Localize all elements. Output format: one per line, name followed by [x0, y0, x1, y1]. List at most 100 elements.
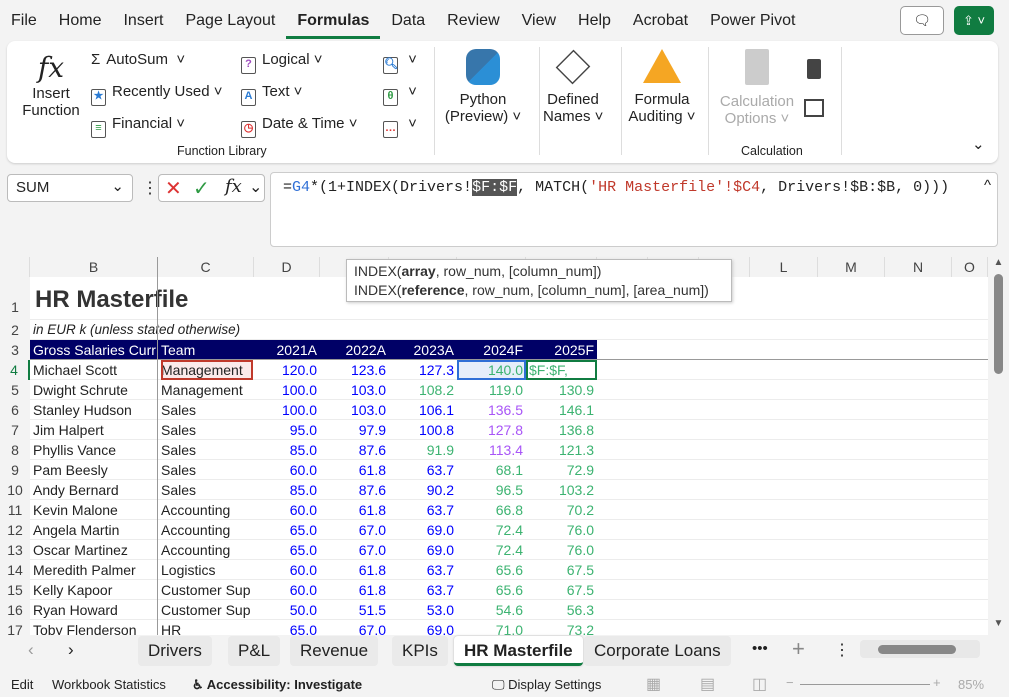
add-sheet-button[interactable]: + [792, 636, 805, 662]
employee-name[interactable]: Angela Martin [33, 520, 158, 540]
value-cell[interactable]: 67.5 [526, 580, 597, 600]
value-cell[interactable]: 72.9 [526, 460, 597, 480]
value-cell[interactable]: 53.0 [389, 600, 457, 620]
value-cell[interactable]: 100.0 [254, 400, 320, 420]
value-cell[interactable]: 70.2 [526, 500, 597, 520]
row-header-17[interactable]: 17 [0, 620, 30, 635]
value-cell[interactable]: 106.1 [389, 400, 457, 420]
value-cell[interactable]: 87.6 [320, 440, 389, 460]
value-cell[interactable]: 65.0 [254, 520, 320, 540]
zoom-level[interactable]: 85% [958, 677, 984, 692]
row-header-12[interactable]: 12 [0, 520, 30, 540]
employee-name[interactable]: Phyllis Vance [33, 440, 158, 460]
value-cell[interactable]: 65.0 [254, 540, 320, 560]
value-cell[interactable]: 100.0 [254, 380, 320, 400]
row-header-5[interactable]: 5 [0, 380, 30, 400]
tab-kpis[interactable]: KPIs [392, 636, 448, 666]
team-cell[interactable]: HR [161, 620, 253, 635]
column-header-N[interactable]: N [885, 257, 952, 277]
value-cell[interactable]: 72.4 [457, 540, 526, 560]
value-cell[interactable]: 127.3 [389, 360, 457, 380]
team-cell[interactable]: Sales [161, 420, 253, 440]
value-cell[interactable]: 65.6 [457, 560, 526, 580]
column-header-B[interactable]: B [30, 257, 158, 277]
value-cell[interactable]: 61.8 [320, 560, 389, 580]
value-cell[interactable]: 63.7 [389, 580, 457, 600]
value-cell[interactable]: 120.0 [254, 360, 320, 380]
tab-hr-masterfile[interactable]: HR Masterfile [454, 636, 583, 666]
value-cell[interactable]: 113.4 [457, 440, 526, 460]
scroll-thumb[interactable] [878, 645, 956, 654]
team-cell[interactable]: Sales [161, 400, 253, 420]
normal-view-icon[interactable]: ▦ [646, 674, 661, 694]
horizontal-scrollbar[interactable] [860, 640, 980, 658]
value-cell[interactable]: 96.5 [457, 480, 526, 500]
value-cell[interactable]: 91.9 [389, 440, 457, 460]
row-header-14[interactable]: 14 [0, 560, 30, 580]
value-cell[interactable]: 136.8 [526, 420, 597, 440]
value-cell[interactable]: 100.8 [389, 420, 457, 440]
value-cell[interactable]: 65.6 [457, 580, 526, 600]
collapse-formula-icon[interactable]: ^ [984, 177, 991, 194]
next-sheet-icon[interactable]: › [68, 640, 74, 660]
row-header-3[interactable]: 3 [0, 340, 30, 360]
employee-name[interactable]: Andy Bernard [33, 480, 158, 500]
value-cell[interactable]: 121.3 [526, 440, 597, 460]
employee-name[interactable]: Dwight Schrute [33, 380, 158, 400]
value-cell[interactable]: 87.6 [320, 480, 389, 500]
value-cell[interactable]: 71.0 [457, 620, 526, 635]
team-cell[interactable]: Customer Sup [161, 600, 253, 620]
scroll-down-icon[interactable]: ▼ [988, 618, 1009, 629]
value-cell[interactable]: 76.0 [526, 520, 597, 540]
menu-file[interactable]: File [0, 8, 48, 36]
value-cell[interactable]: 130.9 [526, 380, 597, 400]
more-functions-button[interactable]: … ˅ [383, 115, 417, 138]
tab-p-l[interactable]: P&L [228, 636, 281, 666]
column-header-O[interactable]: O [952, 257, 988, 277]
defined-names-button[interactable]: Defined Names ˅ [543, 49, 603, 125]
menu-acrobat[interactable]: Acrobat [622, 8, 699, 36]
share-button[interactable]: ⇪ ˅ [954, 6, 994, 35]
value-cell[interactable]: 90.2 [389, 480, 457, 500]
team-cell[interactable]: Accounting [161, 500, 253, 520]
value-cell[interactable]: 76.0 [526, 540, 597, 560]
page-break-icon[interactable]: ◫ [752, 674, 767, 694]
value-cell[interactable]: 119.0 [457, 380, 526, 400]
value-cell[interactable]: 85.0 [254, 480, 320, 500]
prev-sheet-icon[interactable]: ‹ [28, 640, 34, 660]
team-cell[interactable]: Accounting [161, 540, 253, 560]
value-cell[interactable]: 60.0 [254, 500, 320, 520]
insert-function-button[interactable]: fx Insert Function [21, 51, 81, 119]
value-cell[interactable]: 97.9 [320, 420, 389, 440]
employee-name[interactable]: Jim Halpert [33, 420, 158, 440]
value-cell[interactable]: 60.0 [254, 580, 320, 600]
calculate-now-icon[interactable] [807, 59, 821, 79]
value-cell[interactable]: 65.0 [254, 620, 320, 635]
value-cell[interactable]: 51.5 [320, 600, 389, 620]
team-cell[interactable]: Sales [161, 460, 253, 480]
display-settings-button[interactable]: 🖵 Display Settings [492, 677, 601, 693]
row-header-9[interactable]: 9 [0, 460, 30, 480]
employee-name[interactable]: Pam Beesly [33, 460, 158, 480]
menu-help[interactable]: Help [567, 8, 622, 36]
row-header-2[interactable]: 2 [0, 320, 30, 340]
menu-view[interactable]: View [511, 8, 567, 36]
scroll-up-icon[interactable]: ▲ [988, 257, 1009, 268]
value-cell[interactable]: 127.8 [457, 420, 526, 440]
workbook-statistics-button[interactable]: Workbook Statistics [52, 677, 166, 692]
value-cell[interactable]: 67.0 [320, 540, 389, 560]
tab-drivers[interactable]: Drivers [138, 636, 212, 666]
value-cell[interactable]: 63.7 [389, 560, 457, 580]
value-cell[interactable]: 146.1 [526, 400, 597, 420]
value-cell[interactable]: 95.0 [254, 420, 320, 440]
team-cell[interactable]: Customer Sup [161, 580, 253, 600]
vertical-scrollbar[interactable]: ▲ ▼ [988, 257, 1009, 635]
team-cell[interactable]: Sales [161, 440, 253, 460]
select-all-corner[interactable] [0, 257, 30, 277]
accessibility-button[interactable]: ♿︎ Accessibility: Investigate [192, 677, 362, 693]
team-cell[interactable]: Management [161, 380, 253, 400]
value-cell[interactable]: 67.5 [526, 560, 597, 580]
value-cell[interactable]: $F:$F, [526, 360, 597, 380]
tab-corporate-loans[interactable]: Corporate Loans [584, 636, 731, 666]
row-header-15[interactable]: 15 [0, 580, 30, 600]
